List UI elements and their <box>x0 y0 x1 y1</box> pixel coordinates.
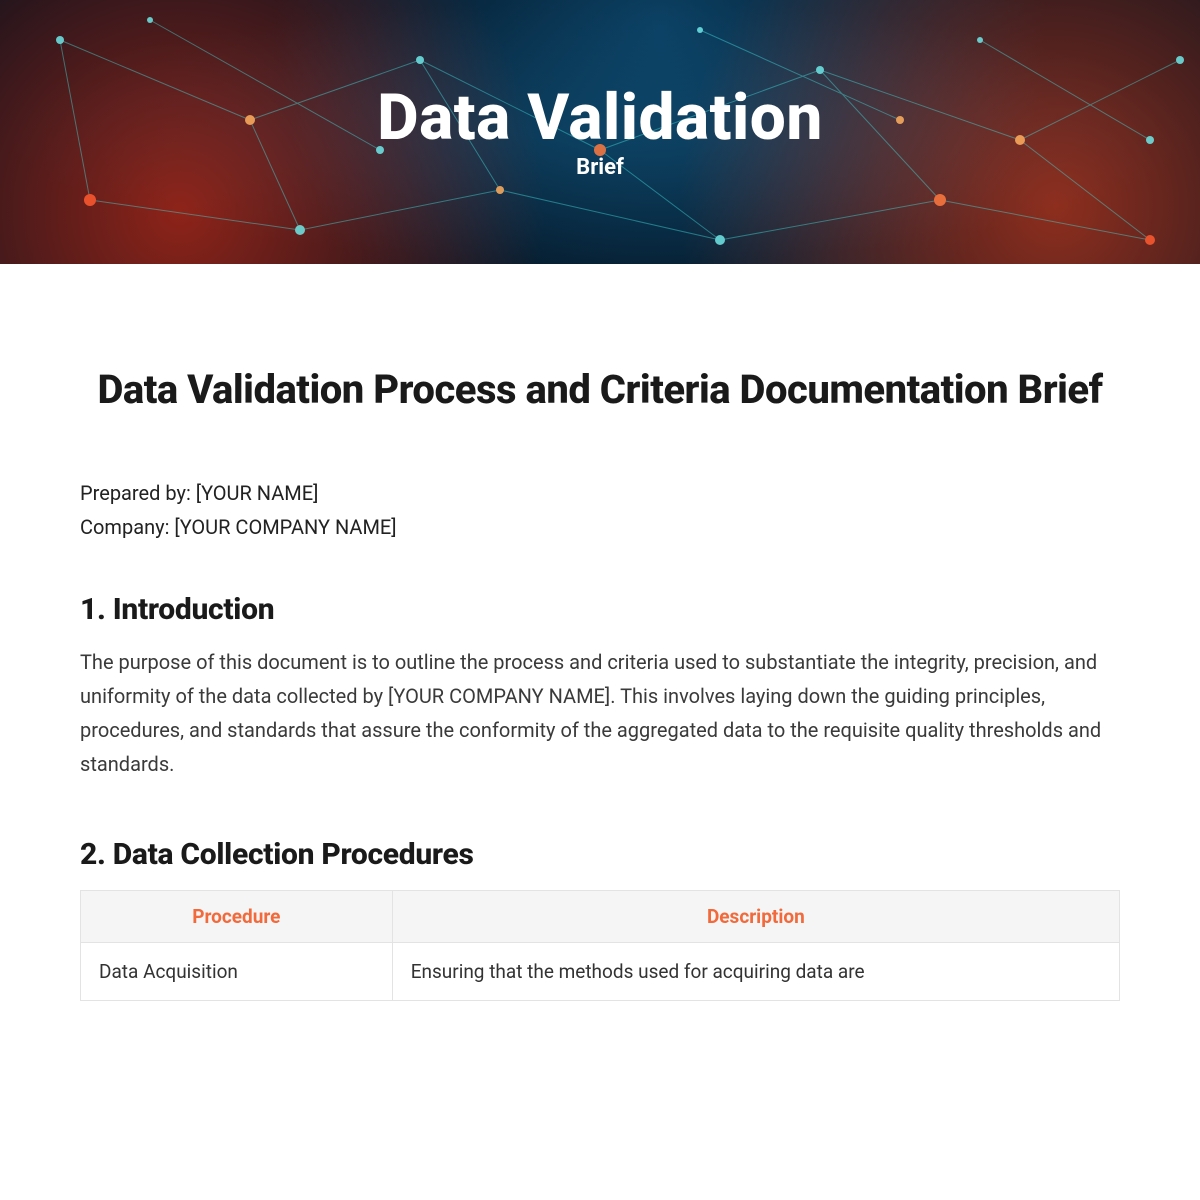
section-1-body: The purpose of this document is to outli… <box>80 645 1120 781</box>
table-header-row: Procedure Description <box>81 891 1120 943</box>
section-2-heading: 2. Data Collection Procedures <box>80 837 1120 872</box>
prepared-by-value: [YOUR NAME] <box>196 481 319 505</box>
company-line: Company: [YOUR COMPANY NAME] <box>80 510 1120 544</box>
document-title: Data Validation Process and Criteria Doc… <box>80 364 1120 416</box>
procedure-cell: Data Acquisition <box>81 943 393 1001</box>
section-1-heading: 1. Introduction <box>80 592 1120 627</box>
company-label: Company: <box>80 515 174 539</box>
description-cell: Ensuring that the methods used for acqui… <box>392 943 1119 1001</box>
document-meta: Prepared by: [YOUR NAME] Company: [YOUR … <box>80 476 1120 544</box>
hero-title: Data Validation <box>377 84 823 151</box>
prepared-by-label: Prepared by: <box>80 481 196 505</box>
procedures-table: Procedure Description Data Acquisition E… <box>80 890 1120 1001</box>
company-value: [YOUR COMPANY NAME] <box>174 515 396 539</box>
col-procedure-header: Procedure <box>81 891 393 943</box>
hero-banner: Data Validation Brief <box>0 0 1200 264</box>
hero-subtitle: Brief <box>576 155 624 180</box>
col-description-header: Description <box>392 891 1119 943</box>
document-body: Data Validation Process and Criteria Doc… <box>0 264 1200 1001</box>
table-row: Data Acquisition Ensuring that the metho… <box>81 943 1120 1001</box>
prepared-by-line: Prepared by: [YOUR NAME] <box>80 476 1120 510</box>
